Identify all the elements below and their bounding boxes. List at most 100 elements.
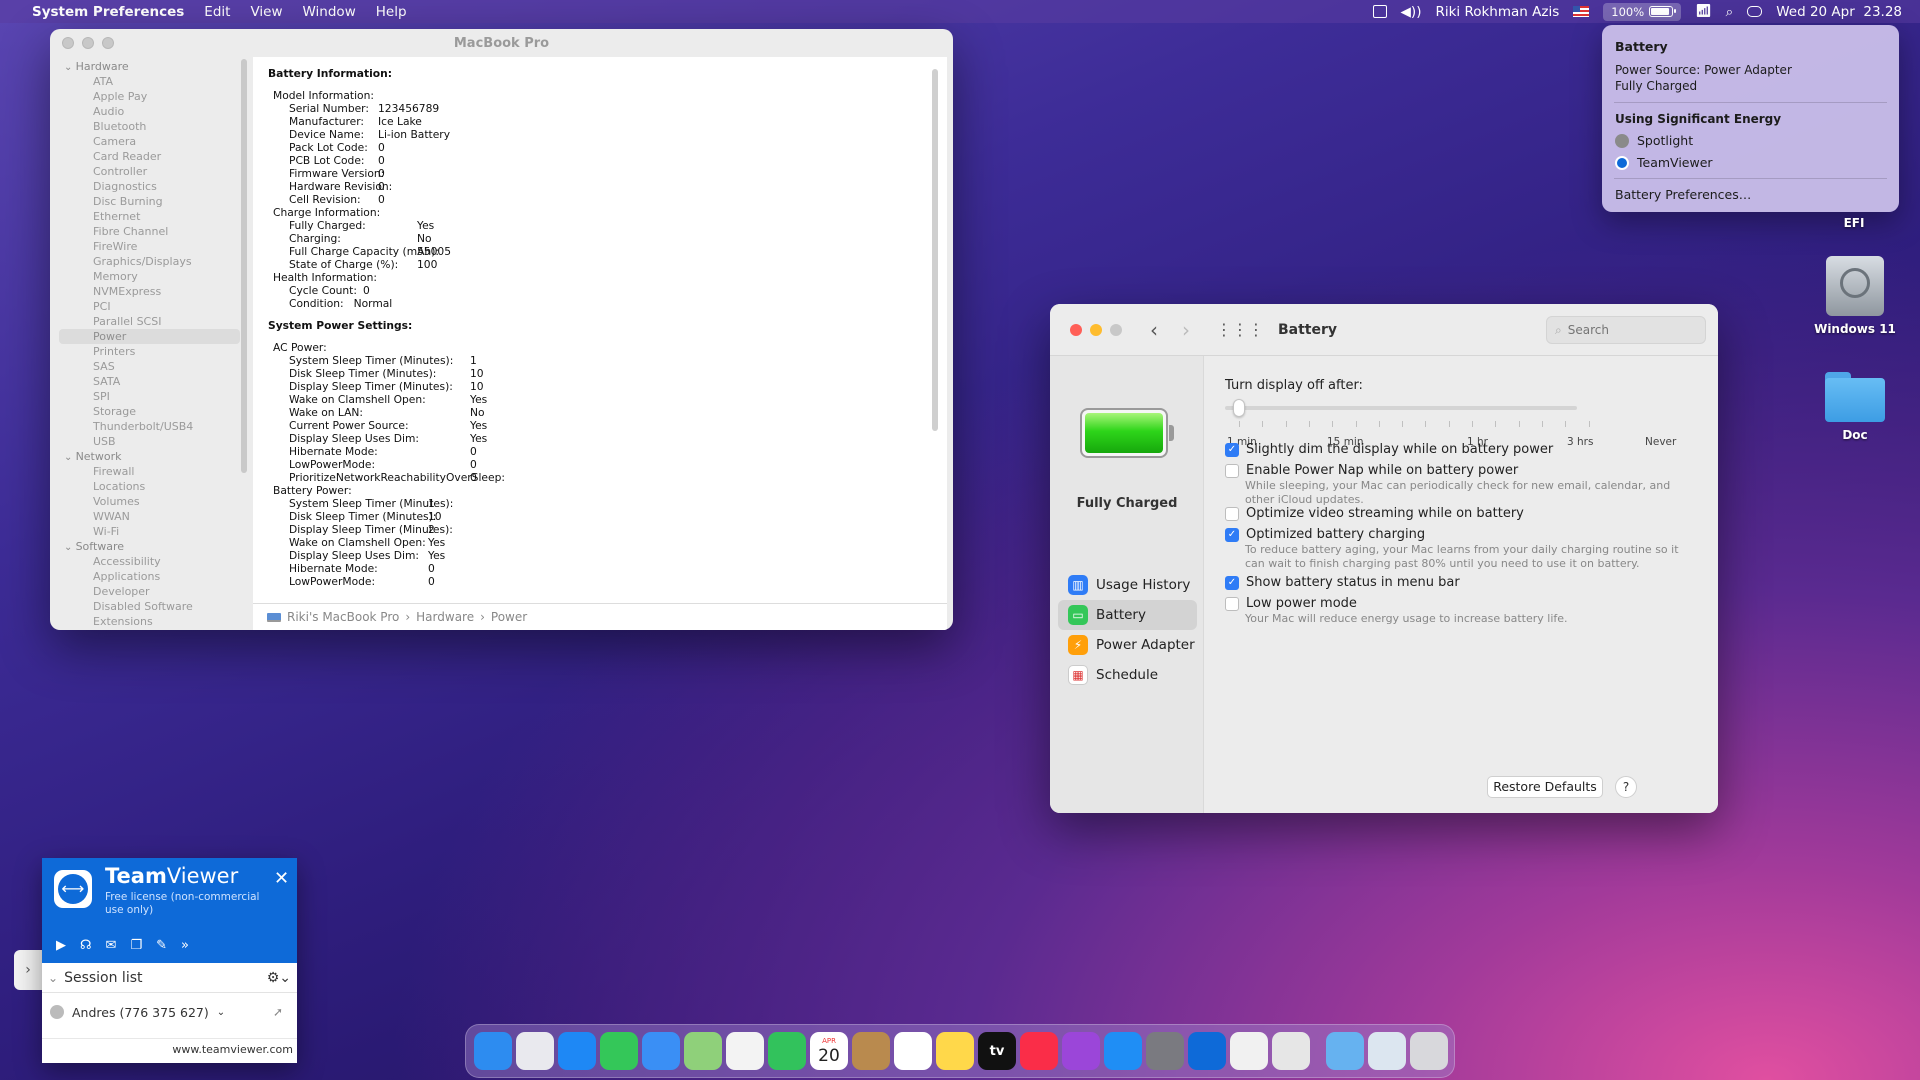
tree-scrollbar[interactable]: [241, 59, 247, 473]
desktop-icon-windows-11[interactable]: Windows 11: [1800, 256, 1910, 336]
tree-item[interactable]: Controller: [50, 164, 250, 179]
tree-item[interactable]: WWAN: [50, 509, 250, 524]
content-scrollbar[interactable]: [932, 69, 938, 431]
finder-icon[interactable]: [474, 1032, 512, 1070]
session-row[interactable]: Andres (776 375 627) ⌄ ➚: [42, 994, 297, 1030]
tree-item[interactable]: Disc Burning: [50, 194, 250, 209]
tree-item[interactable]: Ethernet: [50, 209, 250, 224]
menu-view[interactable]: View: [240, 4, 292, 20]
launchpad-icon[interactable]: [516, 1032, 554, 1070]
checkbox[interactable]: ✓: [1225, 575, 1239, 590]
zoom-button[interactable]: [1110, 323, 1122, 336]
tree-item[interactable]: Card Reader: [50, 149, 250, 164]
tree-item[interactable]: Wi-Fi: [50, 524, 250, 539]
tree-item[interactable]: Apple Pay: [50, 89, 250, 104]
battery-preferences-link[interactable]: Battery Preferences…: [1615, 187, 1751, 202]
calendar-icon[interactable]: APR 20: [810, 1032, 848, 1070]
option-5[interactable]: Low power mode: [1225, 596, 1357, 611]
teamviewer-url[interactable]: www.teamviewer.com: [42, 1038, 297, 1063]
close-button[interactable]: [62, 37, 74, 49]
podcasts-icon[interactable]: [1062, 1032, 1100, 1070]
gear-icon[interactable]: ⚙⌄: [267, 970, 291, 986]
tree-item[interactable]: Extensions: [50, 614, 250, 629]
tree-item[interactable]: Developer: [50, 584, 250, 599]
option-4[interactable]: ✓ Show battery status in menu bar: [1225, 575, 1460, 590]
safari-icon[interactable]: [558, 1032, 596, 1070]
menu-help[interactable]: Help: [366, 4, 417, 20]
tree-item[interactable]: Firewall: [50, 464, 250, 479]
tree-item[interactable]: SPI: [50, 389, 250, 404]
menu-user-name[interactable]: Riki Rokhman Azis: [1435, 4, 1559, 20]
tree-item[interactable]: Fibre Channel: [50, 224, 250, 239]
tree-item[interactable]: USB: [50, 434, 250, 449]
headset-icon[interactable]: ☊: [80, 938, 92, 953]
menu-clock[interactable]: Wed 20 Apr 23.28: [1776, 4, 1902, 20]
control-center-icon[interactable]: [1747, 6, 1763, 17]
sidebar-item-schedule[interactable]: ▦ Schedule: [1050, 660, 1204, 690]
contacts-icon[interactable]: [852, 1032, 890, 1070]
tree-item[interactable]: Graphics/Displays: [50, 254, 250, 269]
minimize-button[interactable]: [82, 37, 94, 49]
menu-window[interactable]: Window: [293, 4, 366, 20]
close-button[interactable]: [1070, 323, 1082, 336]
us-flag-icon[interactable]: [1573, 6, 1590, 17]
tree-item[interactable]: Bluetooth: [50, 119, 250, 134]
tree-item[interactable]: Printers: [50, 344, 250, 359]
tree-item[interactable]: NVMExpress: [50, 284, 250, 299]
cursor-icon[interactable]: ➚: [273, 1005, 283, 1019]
facetime-icon[interactable]: [768, 1032, 806, 1070]
tree-item[interactable]: Parallel SCSI: [50, 314, 250, 329]
menu-edit[interactable]: Edit: [194, 4, 240, 20]
tree-item[interactable]: SATA: [50, 374, 250, 389]
checkbox[interactable]: [1225, 506, 1239, 521]
tree-group[interactable]: Software: [50, 539, 250, 554]
energy-app-spotlight[interactable]: Spotlight: [1615, 133, 1693, 148]
maps-icon[interactable]: [684, 1032, 722, 1070]
checkbox[interactable]: ✓: [1225, 442, 1239, 457]
option-0[interactable]: ✓ Slightly dim the display while on batte…: [1225, 442, 1553, 457]
notes-icon[interactable]: [936, 1032, 974, 1070]
wifi-icon[interactable]: 📶︎: [1695, 4, 1712, 19]
tree-item[interactable]: Audio: [50, 104, 250, 119]
energy-app-teamviewer[interactable]: TeamViewer: [1615, 155, 1713, 170]
desktop-icon-efi[interactable]: EFI: [1824, 216, 1884, 230]
forward-chevron-icon[interactable]: ›: [1182, 318, 1190, 342]
sidebar-item-power-adapter[interactable]: ⚡ Power Adapter: [1050, 630, 1204, 660]
video-call-icon[interactable]: ▶: [56, 938, 66, 953]
mail-icon[interactable]: [642, 1032, 680, 1070]
photos-icon[interactable]: [726, 1032, 764, 1070]
tree-item[interactable]: Disabled Software: [50, 599, 250, 614]
tree-item[interactable]: Applications: [50, 569, 250, 584]
activity-monitor-icon[interactable]: [1372, 5, 1387, 18]
path-power[interactable]: Power: [491, 610, 527, 624]
tree-item[interactable]: Power: [59, 329, 240, 344]
tree-item[interactable]: FireWire: [50, 239, 250, 254]
tree-item[interactable]: Volumes: [50, 494, 250, 509]
tree-item[interactable]: Diagnostics: [50, 179, 250, 194]
reminders-icon[interactable]: [894, 1032, 932, 1070]
help-button[interactable]: ?: [1615, 776, 1637, 798]
title-bar[interactable]: MacBook Pro: [50, 29, 953, 57]
system-preferences-icon[interactable]: [1146, 1032, 1184, 1070]
checkbox[interactable]: [1225, 463, 1239, 478]
screenshot-stack-icon[interactable]: [1368, 1032, 1406, 1070]
tree-item[interactable]: ATA: [50, 74, 250, 89]
search-field[interactable]: ⌕: [1546, 316, 1706, 344]
tree-item[interactable]: Accessibility: [50, 554, 250, 569]
title-bar[interactable]: ‹ › ⋮⋮⋮ Battery ⌕: [1050, 304, 1718, 356]
remote-control-icon[interactable]: ✎: [156, 938, 167, 953]
path-hardware[interactable]: Hardware: [416, 610, 474, 624]
option-1[interactable]: Enable Power Nap while on battery power: [1225, 463, 1518, 478]
tree-group[interactable]: Network: [50, 449, 250, 464]
volume-icon[interactable]: ◀)): [1401, 4, 1422, 20]
more-icon[interactable]: »: [181, 938, 189, 953]
spotlight-search-icon[interactable]: ⌕: [1726, 4, 1734, 20]
desktop-icon-doc[interactable]: Doc: [1800, 372, 1910, 442]
messages-icon[interactable]: [600, 1032, 638, 1070]
teamviewer-icon[interactable]: [1188, 1032, 1226, 1070]
music-icon[interactable]: [1020, 1032, 1058, 1070]
teamviewer-expand-tab[interactable]: ›: [14, 950, 42, 990]
checkbox[interactable]: [1225, 596, 1239, 611]
tree-item[interactable]: Locations: [50, 479, 250, 494]
menu-app-name[interactable]: System Preferences: [28, 4, 194, 20]
